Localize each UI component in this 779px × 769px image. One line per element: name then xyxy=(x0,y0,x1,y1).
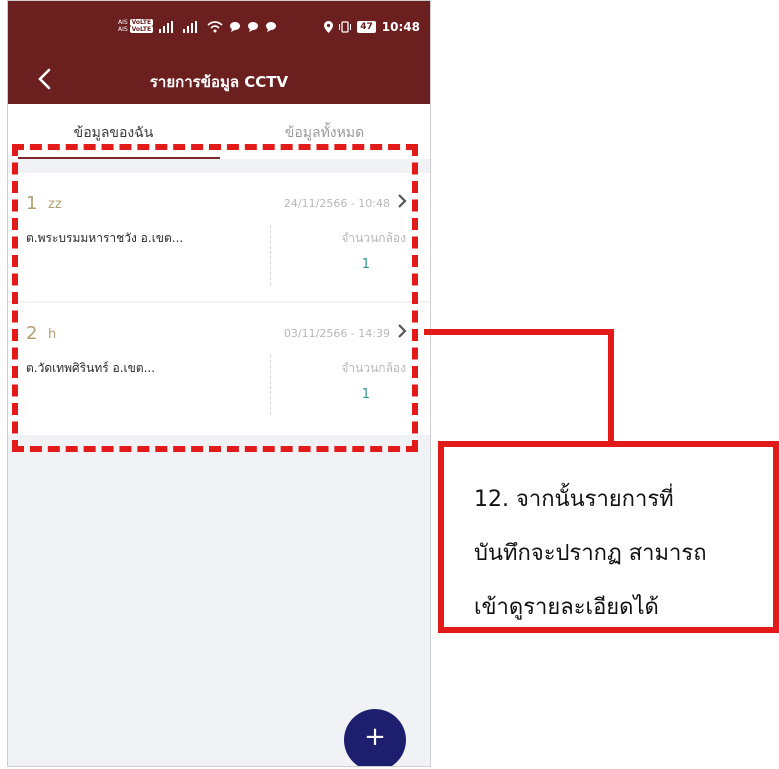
tab-my-data[interactable]: ข้อมูลของฉัน xyxy=(8,122,219,144)
carrier-bottom: AIS xyxy=(118,26,128,33)
callout-connector-vertical xyxy=(608,329,614,441)
callout-line-3: เข้าดูรายละเอียดได้ xyxy=(474,595,659,620)
app-bar: รายการข้อมูล CCTV xyxy=(8,56,430,104)
clock: 10:48 xyxy=(381,20,420,34)
callout-text: 12. จากนั้นรายการที่ บันทึกจะปรากฏ สามาร… xyxy=(474,473,707,635)
location-icon xyxy=(324,21,334,33)
chat-icon xyxy=(230,21,241,32)
battery-indicator: 47 xyxy=(357,21,376,33)
highlight-box xyxy=(12,144,418,452)
wifi-icon xyxy=(207,20,223,32)
signal-icon xyxy=(159,20,174,33)
callout-line-1: 12. จากนั้นรายการที่ xyxy=(474,487,674,512)
instruction-callout: 12. จากนั้นรายการที่ บันทึกจะปรากฏ สามาร… xyxy=(438,441,779,633)
callout-connector xyxy=(424,329,614,335)
carrier-top: AIS xyxy=(118,19,128,26)
add-record-button[interactable]: + xyxy=(344,709,406,766)
volte-badge-2: VoLTE xyxy=(129,26,154,33)
status-bar: AIS VoLTE AIS VoLTE 47 10:48 xyxy=(8,1,430,56)
line-icon xyxy=(248,21,259,32)
status-left: AIS VoLTE AIS VoLTE xyxy=(118,19,277,33)
status-right: 47 10:48 xyxy=(324,20,420,34)
page-title: รายการข้อมูล CCTV xyxy=(149,73,289,91)
signal-icon-2 xyxy=(183,20,198,33)
volte-indicator: AIS VoLTE AIS VoLTE xyxy=(118,19,154,33)
message-icon xyxy=(266,21,277,32)
vibrate-icon xyxy=(339,21,352,33)
callout-line-2: บันทึกจะปรากฏ สามารถ xyxy=(474,541,707,566)
tab-all-data[interactable]: ข้อมูลทั้งหมด xyxy=(219,122,430,144)
volte-badge: VoLTE xyxy=(129,19,154,26)
